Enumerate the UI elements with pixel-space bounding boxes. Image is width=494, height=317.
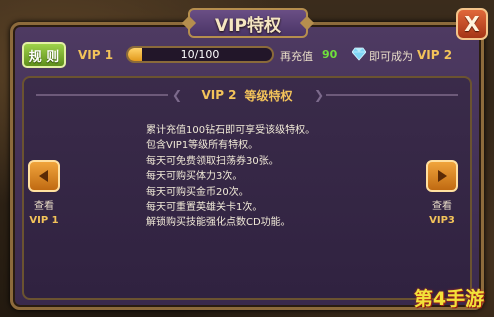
section-header-level: VIP 2 bbox=[201, 88, 237, 102]
next-level-text: VIP3 bbox=[429, 215, 455, 226]
next-view-text: 查看 bbox=[432, 201, 452, 212]
prev-level-text: VIP 1 bbox=[29, 215, 59, 226]
benefit-item: 每天可免费领取扫荡券30张。 bbox=[146, 155, 279, 167]
benefit-item: 每天可购买金币20次。 bbox=[146, 186, 249, 198]
benefit-item: 解锁购买技能强化点数CD功能。 bbox=[146, 217, 291, 229]
site-watermark: 第4手游 bbox=[413, 287, 485, 310]
benefit-item: 累计充值100钻石即可享受该级特权。 bbox=[146, 125, 316, 136]
prev-vip-button[interactable] bbox=[28, 160, 60, 192]
arrow-left-icon bbox=[39, 170, 48, 182]
prev-vip-label[interactable]: 查看 VIP 1 bbox=[24, 200, 64, 228]
progress-text: 10/100 bbox=[180, 48, 220, 61]
benefit-item: 包含VIP1等级所有特权。 bbox=[146, 140, 259, 152]
next-vip-label[interactable]: 查看 VIP3 bbox=[422, 200, 462, 228]
benefits-list: 累计充值100钻石即可享受该级特权。 包含VIP1等级所有特权。 每天可免费领取… bbox=[146, 123, 386, 231]
section-header-title: 等级特权 bbox=[244, 88, 293, 103]
section-header: VIP 2 等级特权 bbox=[120, 86, 374, 104]
benefit-item: 每天可购买体力3次。 bbox=[146, 171, 243, 183]
next-vip-level: VIP 2 bbox=[417, 48, 453, 62]
recharge-progress-bar: 10/100 bbox=[126, 46, 274, 63]
window-title: VIP特权 bbox=[188, 8, 308, 38]
benefit-item: 每天可重置英雄关卡1次。 bbox=[146, 202, 263, 214]
close-button[interactable]: X bbox=[456, 8, 488, 40]
recharge-amount: 90 bbox=[322, 48, 338, 61]
arrow-right-icon bbox=[438, 170, 447, 182]
close-icon: X bbox=[464, 12, 480, 36]
next-vip-button[interactable] bbox=[426, 160, 458, 192]
diamond-icon bbox=[352, 47, 366, 61]
rules-button[interactable]: 规 则 bbox=[22, 42, 66, 68]
recharge-label: 再充值 bbox=[280, 50, 313, 63]
become-label: 即可成为 bbox=[369, 50, 413, 63]
prev-view-text: 查看 bbox=[34, 201, 54, 212]
current-vip-level: VIP 1 bbox=[78, 48, 114, 62]
